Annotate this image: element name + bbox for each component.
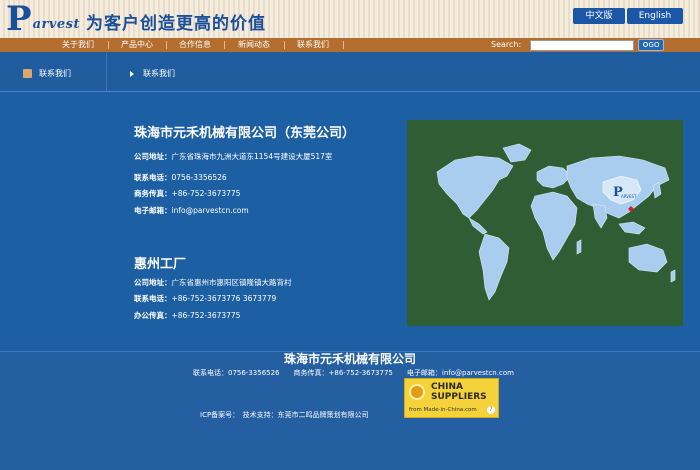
land-central-america [468, 217, 488, 235]
address-label: 公司地址： [134, 278, 172, 287]
land-greenland [502, 143, 532, 163]
address-value: 广东省珠海市九洲大道东1154号建设大厦517室 [171, 152, 333, 161]
map-logo-word: ARVEST [621, 194, 637, 199]
nav-item-news[interactable]: 新闻动态 [238, 38, 270, 52]
nav-item-cooperation[interactable]: 合作信息 [179, 38, 211, 52]
land-north-america [436, 155, 514, 219]
land-europe [536, 165, 572, 189]
nav-item-about[interactable]: 关于我们 [62, 38, 94, 52]
logo-letter: P [6, 0, 32, 39]
badge-title: CHINA SUPPLIERS [431, 382, 487, 402]
footer-company-name: 珠海市元禾机械有限公司 [283, 352, 416, 366]
fax-value: +86-752-3673775 [171, 311, 241, 320]
company-title-dongguan: 珠海市元禾机械有限公司（东莞公司） [134, 126, 356, 141]
address-row: 公司地址：广东省珠海市九洲大道东1154号建设大厦517室 [134, 151, 332, 162]
land-africa [530, 191, 578, 261]
phone-value: 0756-3356526 [171, 173, 227, 182]
lang-english-button[interactable]: English [627, 8, 683, 24]
phone-row: 联系电话：+86-752-3673776 3673779 [134, 293, 276, 304]
world-map-graphic: P ARVEST [436, 143, 676, 301]
fax-label: 商务传真： [134, 189, 172, 198]
land-india [592, 203, 608, 229]
nav-separator [284, 41, 285, 49]
logo-word: arvest [32, 17, 80, 32]
site-header: P arvest 为客户创造更高的价值 中文版 English [0, 0, 700, 38]
section-title: 联系我们 [39, 69, 71, 78]
land-south-america [478, 233, 510, 301]
badge-line-1: CHINA [431, 382, 463, 392]
land-australia [628, 243, 668, 273]
nav-separator [224, 41, 225, 49]
search-label: Search: [491, 40, 522, 49]
main-nav: 关于我们 产品中心 合作信息 新闻动态 联系我们 Search: GO [0, 38, 700, 52]
fax-label: 办公传真： [134, 311, 172, 320]
company-title-huizhou: 惠州工厂 [134, 257, 187, 272]
phone-label: 联系电话： [134, 294, 172, 303]
breadcrumb-bar [0, 52, 700, 92]
land-new-zealand [670, 269, 676, 283]
nav-separator [108, 41, 109, 49]
china-suppliers-badge[interactable]: CHINA SUPPLIERS from Made-in-China.com ? [404, 378, 499, 418]
badge-source: from Made-in-China.com [409, 407, 477, 413]
phone-row: 联系电话：0756-3356526 [134, 172, 227, 183]
nav-item-contact[interactable]: 联系我们 [297, 38, 329, 52]
search-icon [642, 42, 648, 47]
made-in-china-icon [409, 384, 425, 400]
fax-row: 办公传真：+86-752-3673775 [134, 310, 240, 321]
badge-line-2: SUPPLIERS [431, 392, 487, 402]
fax-row: 商务传真：+86-752-3673775 [134, 188, 240, 199]
search-go-button[interactable]: GO [638, 39, 664, 51]
breadcrumb-current[interactable]: 联系我们 [143, 68, 175, 79]
contact-icon [23, 69, 32, 78]
arrow-right-icon [130, 71, 134, 77]
footer-icp-line: ICP备案号： 技术支持：东莞市二鸣品牌策划有限公司 [200, 411, 369, 419]
phone-label: 联系电话： [134, 173, 172, 182]
parvest-logo[interactable]: P arvest [6, 2, 80, 36]
email-row: 电子邮箱：info@parvestcn.com [134, 205, 249, 216]
address-label: 公司地址： [134, 152, 172, 161]
world-map: P ARVEST [407, 120, 683, 326]
search-input[interactable] [530, 40, 634, 51]
header-slogan: 为客户创造更高的价值 [86, 14, 266, 34]
fax-value: +86-752-3673775 [171, 189, 241, 198]
nav-separator [166, 41, 167, 49]
nav-separator [343, 41, 344, 49]
address-value: 广东省惠州市惠阳区镇隆镇大路背村 [171, 278, 292, 287]
email-link[interactable]: info@parvestcn.com [172, 206, 249, 215]
phone-value: +86-752-3673776 3673779 [171, 294, 277, 303]
lang-chinese-button[interactable]: 中文版 [573, 8, 625, 24]
land-southeast-asia [618, 221, 646, 235]
footer-contact-line: 联系电话：0756-3356526 商务传真：+86-752-3673775 电… [193, 369, 514, 377]
email-label: 电子邮箱： [134, 206, 172, 215]
breadcrumb-divider [106, 53, 107, 91]
land-madagascar [576, 239, 582, 255]
go-label: GO [648, 41, 660, 49]
help-icon[interactable]: ? [487, 406, 495, 414]
nav-item-products[interactable]: 产品中心 [121, 38, 153, 52]
address-row: 公司地址：广东省惠州市惠阳区镇隆镇大路背村 [134, 277, 292, 288]
